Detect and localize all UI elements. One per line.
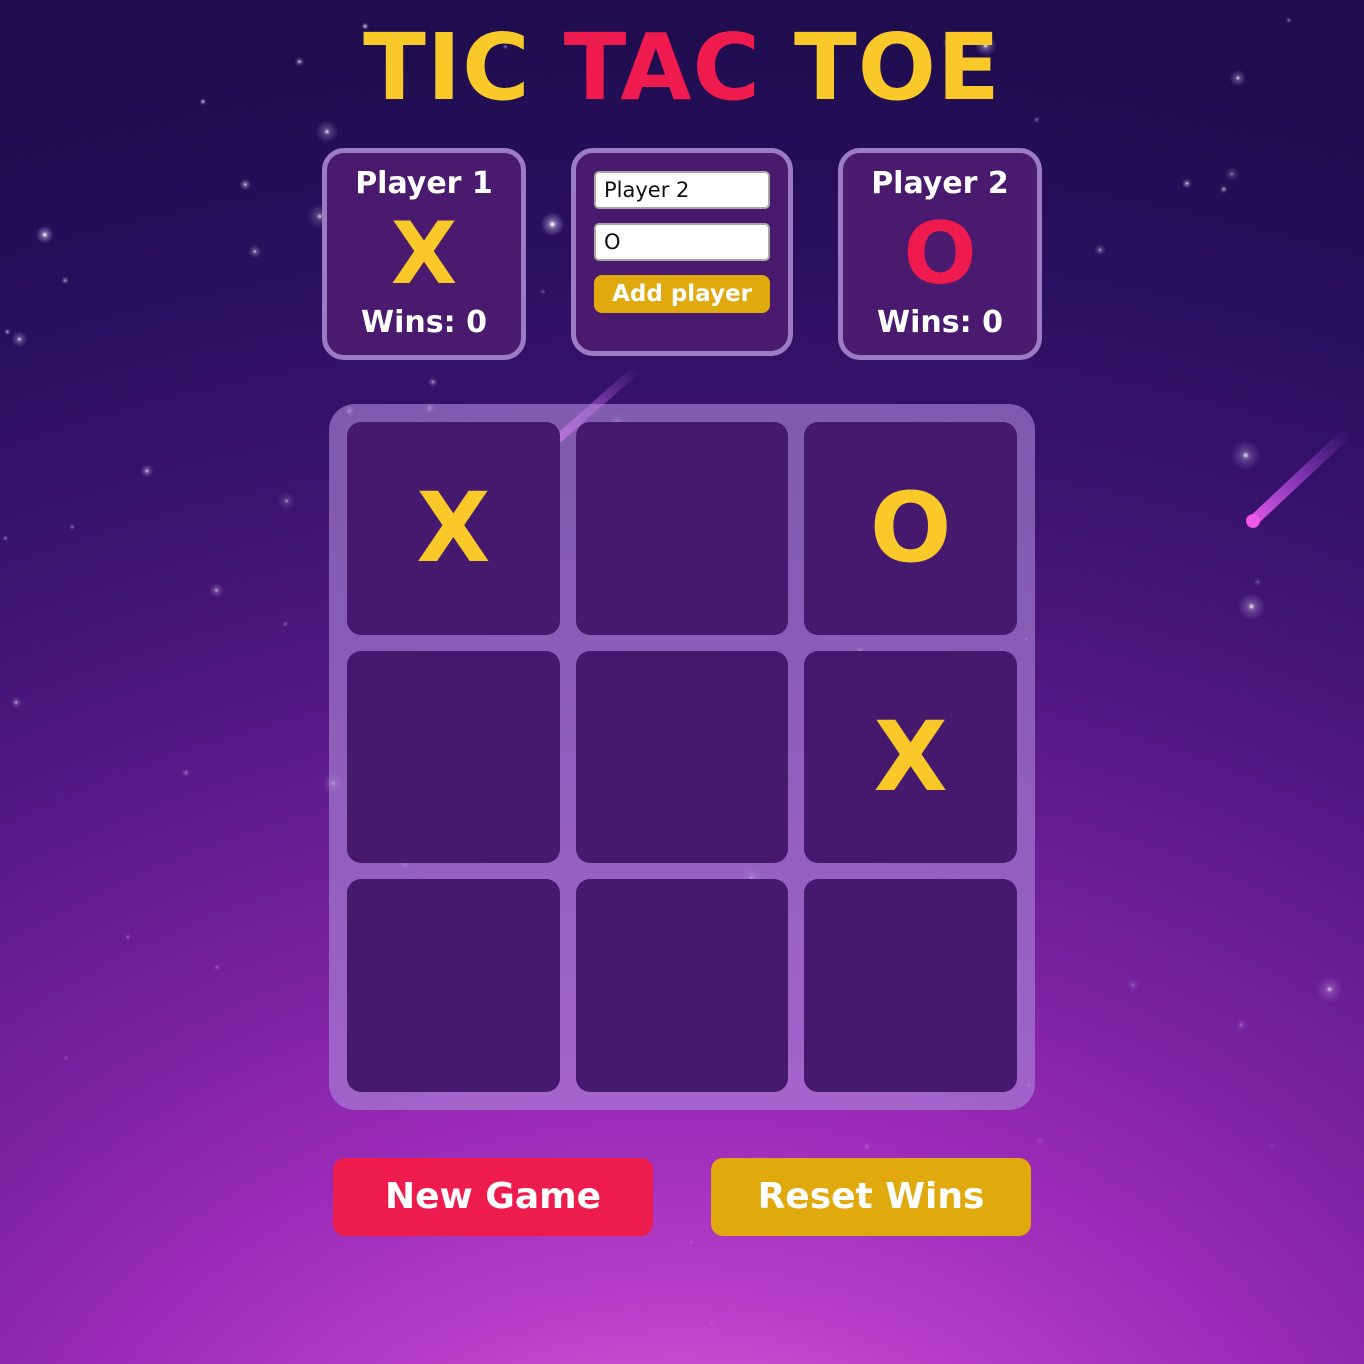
board-cell-4[interactable] [575,650,789,864]
board-cell-0[interactable]: X [347,422,560,635]
new-player-name-input[interactable] [594,171,770,209]
title-word-tic: TIC [363,14,531,121]
player-1-name: Player 1 [355,166,493,201]
new-game-button[interactable]: New Game [333,1158,653,1236]
game-board: X O X [329,404,1035,1110]
board-cell-6[interactable] [347,879,560,1092]
board-cell-5[interactable]: X [804,650,1017,864]
page-title: TIC TAC TOE [363,22,1001,114]
player-1-card: Player 1 X Wins: 0 [322,148,526,360]
reset-wins-button[interactable]: Reset Wins [711,1158,1031,1236]
players-row: Player 1 X Wins: 0 Add player Player 2 O… [322,148,1042,360]
footer-buttons: New Game Reset Wins [333,1158,1031,1236]
player-2-name: Player 2 [871,166,1009,201]
board-cell-3[interactable] [347,650,560,864]
board-cell-8[interactable] [804,879,1017,1092]
player-2-mark: O [903,204,977,304]
new-player-symbol-input[interactable] [594,223,770,261]
add-player-button[interactable]: Add player [594,275,770,313]
board-cell-7[interactable] [575,879,789,1092]
player-1-wins: Wins: 0 [361,305,487,340]
player-2-card: Player 2 O Wins: 0 [838,148,1042,360]
player-1-mark: X [390,204,458,304]
title-word-toe: TOE [794,14,1001,121]
board-cell-2[interactable]: O [804,422,1017,635]
title-word-tac: TAC [563,14,762,121]
player-2-wins: Wins: 0 [877,305,1003,340]
add-player-card: Add player [571,148,793,356]
board-cell-1[interactable] [575,422,789,635]
